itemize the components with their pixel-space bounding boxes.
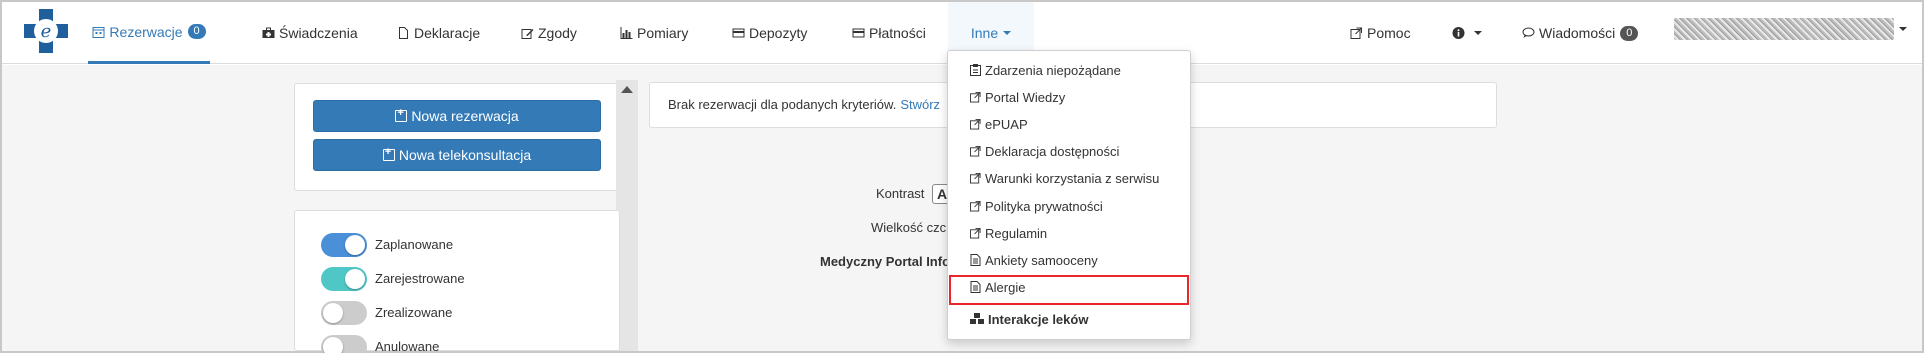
cubes-icon <box>970 313 984 324</box>
menu-item-label: ePUAP <box>985 116 1028 132</box>
app-logo-icon[interactable]: e <box>22 7 70 55</box>
nav-pomoc-label: Pomoc <box>1367 25 1411 41</box>
toggle-zaplanowane[interactable] <box>321 233 367 257</box>
menu-item-label: Warunki korzystania z serwisu <box>985 170 1160 186</box>
nav-wiadomosci[interactable]: Wiadomości 0 <box>1522 2 1639 64</box>
toggle-knob <box>345 269 365 289</box>
menu-item-interakcje-lekow[interactable]: Interakcje leków <box>970 309 1088 329</box>
nav-platnosci[interactable]: Płatności <box>852 2 926 64</box>
nav-deklaracje[interactable]: Deklaracje <box>397 2 480 64</box>
contrast-label: Kontrast <box>876 186 925 201</box>
nav-platnosci-label: Płatności <box>869 25 926 41</box>
filter-zrealizowane-label: Zrealizowane <box>375 305 453 320</box>
messages-count-badge: 0 <box>1620 25 1639 41</box>
edit-icon <box>521 29 534 39</box>
user-menu[interactable] <box>1674 18 1894 40</box>
new-teleconsultation-label: Nowa telekonsultacja <box>398 147 532 163</box>
caret-down-icon <box>1003 31 1012 35</box>
nav-pomoc[interactable]: Pomoc <box>1350 2 1411 64</box>
caret-down-icon <box>1474 31 1482 35</box>
nav-inne-label: Inne <box>970 25 999 41</box>
menu-item-portal-wiedzy[interactable]: Portal Wiedzy <box>970 87 1065 107</box>
menu-item-label: Polityka prywatności <box>985 198 1103 214</box>
calendar-plus-icon <box>395 107 408 122</box>
menu-item-polityka[interactable]: Polityka prywatności <box>970 196 1103 216</box>
new-teleconsultation-button[interactable]: Nowa telekonsultacja <box>313 139 601 171</box>
card-icon <box>732 28 745 38</box>
external-link-icon <box>970 91 981 103</box>
menu-item-regulamin[interactable]: Regulamin <box>970 223 1047 243</box>
external-link-icon <box>970 227 981 239</box>
filter-zaplanowane-label: Zaplanowane <box>375 237 454 252</box>
nav-zgody-label: Zgody <box>538 25 577 41</box>
nav-pomiary-label: Pomiary <box>637 25 689 41</box>
filter-zarejestrowane-label: Zarejestrowane <box>375 271 465 286</box>
clipboard-icon <box>970 64 981 76</box>
menu-item-label: Zdarzenia niepożądane <box>985 62 1121 78</box>
nav-rezerwacje[interactable]: Rezerwacje 0 <box>88 2 210 64</box>
svg-text:e: e <box>41 21 52 42</box>
menu-item-deklaracja-dostepnosci[interactable]: Deklaracja dostępności <box>970 141 1119 161</box>
menu-item-ankiety[interactable]: Ankiety samooceny <box>970 250 1098 270</box>
rezerwacje-count-badge: 0 <box>187 24 206 39</box>
menu-item-label: Ankiety samooceny <box>985 252 1098 268</box>
nav-depozyty[interactable]: Depozyty <box>732 2 807 64</box>
scroll-up-arrow-icon[interactable] <box>621 86 633 93</box>
external-link-icon <box>970 145 981 157</box>
toggle-knob <box>345 235 365 255</box>
comments-icon <box>1522 27 1535 38</box>
info-circle-icon <box>1452 27 1465 39</box>
external-link-icon <box>970 200 981 212</box>
filter-anulowane-label: Anulowane <box>375 339 440 353</box>
medkit-icon <box>262 27 275 38</box>
nav-pomiary[interactable]: Pomiary <box>620 2 688 64</box>
external-link-icon <box>970 172 981 184</box>
bar-chart-icon <box>620 27 633 39</box>
alert-text: Brak rezerwacji dla podanych kryteriów. <box>668 97 897 112</box>
nav-swiadczenia[interactable]: Świadczenia <box>262 2 358 64</box>
actions-panel: Nowa rezerwacja Nowa telekonsultacja <box>294 83 620 191</box>
calendar-plus-icon <box>382 146 395 161</box>
nav-wiadomosci-label: Wiadomości <box>1539 25 1616 41</box>
credit-card-icon <box>852 28 865 38</box>
toggle-knob <box>323 303 343 323</box>
menu-item-label: Regulamin <box>985 225 1048 241</box>
menu-item-label: Deklaracja dostępności <box>985 143 1120 159</box>
nav-zgody[interactable]: Zgody <box>521 2 577 64</box>
menu-item-zdarzenia[interactable]: Zdarzenia niepożądane <box>970 60 1121 80</box>
font-size-label: Wielkość czci <box>871 220 950 235</box>
menu-item-label: Portal Wiedzy <box>985 89 1066 105</box>
toggle-anulowane[interactable] <box>321 335 367 353</box>
external-link-icon <box>1350 27 1362 39</box>
nav-info-dropdown[interactable] <box>1452 2 1482 64</box>
new-reservation-button[interactable]: Nowa rezerwacja <box>313 100 601 132</box>
toggle-zarejestrowane[interactable] <box>321 267 367 291</box>
portal-info-label: Medyczny Portal Info <box>820 254 951 269</box>
new-reservation-label: Nowa rezerwacja <box>411 108 519 124</box>
create-reservation-link[interactable]: Stwórz <box>900 97 940 112</box>
document-icon <box>970 254 981 266</box>
toggle-knob <box>323 337 343 353</box>
menu-item-warunki[interactable]: Warunki korzystania z serwisu <box>970 168 1159 188</box>
alergie-highlight-box <box>949 275 1189 305</box>
alert-message: Brak rezerwacji dla podanych kryteriów. S… <box>668 97 940 112</box>
calendar-icon <box>92 26 105 38</box>
external-link-icon <box>970 118 981 130</box>
caret-down-icon <box>1899 27 1907 31</box>
status-filter-panel: Zaplanowane Zarejestrowane Zrealizowane … <box>294 210 620 353</box>
file-icon <box>399 27 408 39</box>
nav-rezerwacje-label: Rezerwacje <box>109 23 183 40</box>
nav-deklaracje-label: Deklaracje <box>414 25 481 41</box>
menu-item-label: Interakcje leków <box>988 311 1089 327</box>
menu-item-epuap[interactable]: ePUAP <box>970 114 1028 134</box>
nav-depozyty-label: Depozyty <box>749 25 808 41</box>
toggle-zrealizowane[interactable] <box>321 301 367 325</box>
nav-swiadczenia-label: Świadczenia <box>279 25 358 41</box>
